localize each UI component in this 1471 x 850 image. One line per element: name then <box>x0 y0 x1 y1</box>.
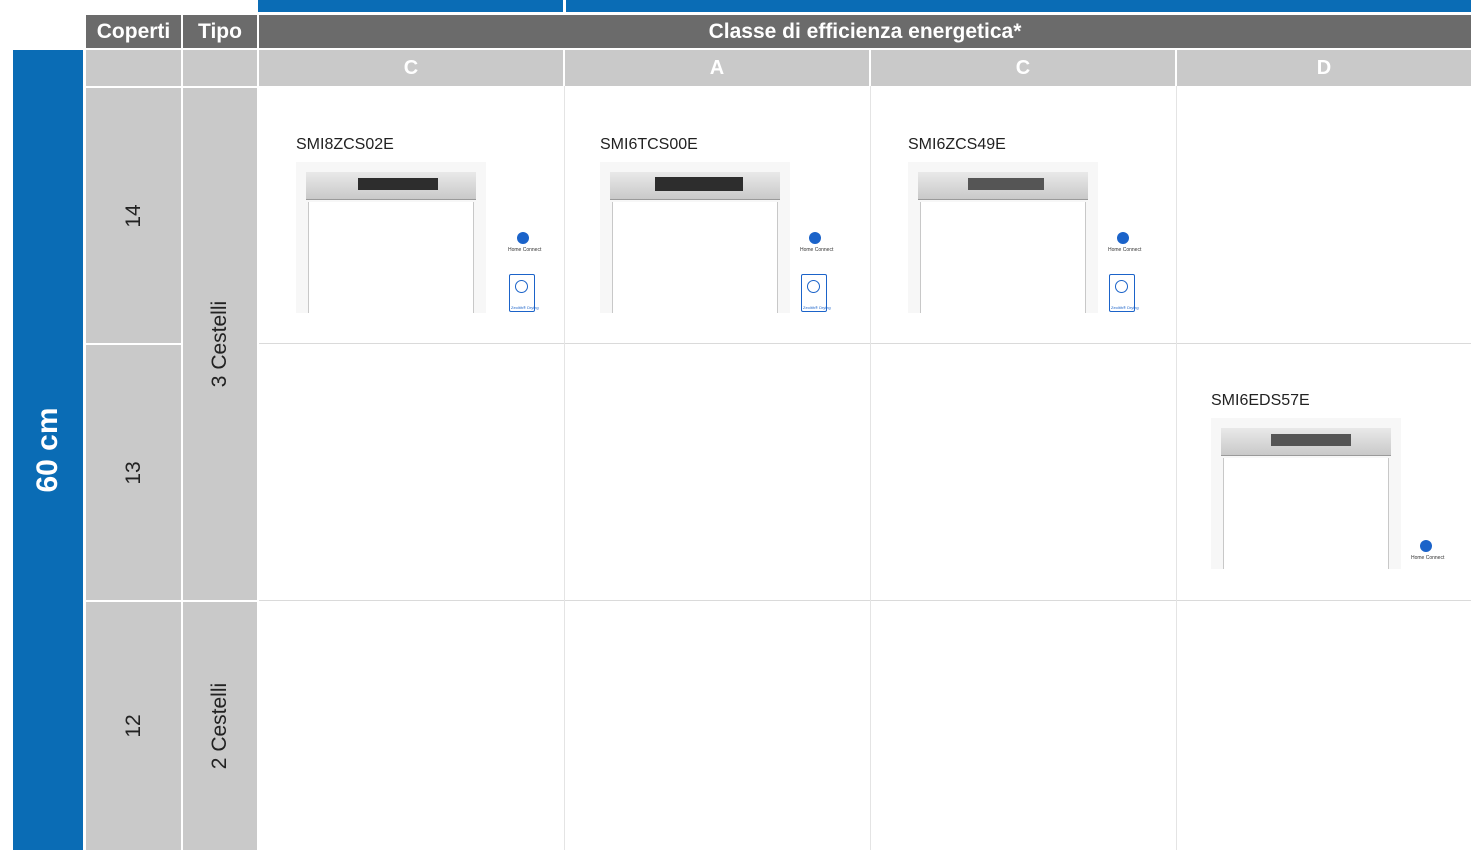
energy-class-label: D <box>1316 56 1332 79</box>
control-panel <box>610 172 780 200</box>
zeolith-text: Zeolith® Drying <box>511 305 539 310</box>
product-card[interactable]: SMI6ZCS49E Home Connect Zeolith® Drying <box>908 136 1153 316</box>
product-card[interactable]: SMI6TCS00E Home Connect Zeolith® Drying <box>600 136 845 316</box>
control-panel <box>1221 428 1391 456</box>
zeolith-text: Zeolith® Drying <box>1111 305 1139 310</box>
product-model-name: SMI8ZCS02E <box>296 136 394 153</box>
top-blue-bar-left <box>258 0 563 12</box>
control-panel <box>306 172 476 200</box>
home-connect-icon: Home Connect <box>508 232 542 260</box>
tipo-cell: 2 Cestelli <box>183 602 257 850</box>
display-strip <box>1271 434 1351 446</box>
coperti-cell: 14 <box>86 88 181 343</box>
zeolith-text: Zeolith® Drying <box>803 305 831 310</box>
zeolith-drying-icon: Zeolith® Drying <box>1109 274 1139 312</box>
energy-class-cell: A <box>565 50 869 86</box>
product-card[interactable]: SMI8ZCS02E Home Connect Zeolith® Drying <box>296 136 541 316</box>
home-connect-icon: Home Connect <box>800 232 834 260</box>
energy-class-cell: D <box>1177 50 1471 86</box>
home-connect-icon: Home Connect <box>1108 232 1142 260</box>
home-connect-text: Home Connect <box>1108 247 1142 253</box>
tipo-header-label: Tipo <box>198 19 242 43</box>
coperti-cell: 13 <box>86 345 181 600</box>
product-model-name: SMI6TCS00E <box>600 136 698 153</box>
tipo-cell: 3 Cestelli <box>183 88 257 600</box>
energy-class-cell: C <box>871 50 1175 86</box>
coperti-value: 14 <box>121 203 145 228</box>
energy-class-cell: C <box>259 50 563 86</box>
door-panel <box>612 202 778 313</box>
coperti-header: Coperti <box>86 15 181 48</box>
column-divider <box>564 86 565 850</box>
home-connect-text: Home Connect <box>1411 555 1445 561</box>
dishwasher-image <box>1211 418 1401 569</box>
coperti-subheader <box>86 50 181 86</box>
energy-class-label: C <box>403 56 419 79</box>
display-strip <box>968 178 1044 190</box>
home-connect-text: Home Connect <box>800 247 834 253</box>
row-divider <box>259 600 1471 601</box>
energy-class-label: A <box>709 56 725 79</box>
energy-class-label: C <box>1015 56 1031 79</box>
dishwasher-image <box>296 162 486 313</box>
coperti-cell: 12 <box>86 602 181 850</box>
column-divider <box>870 86 871 850</box>
top-blue-bar-right <box>566 0 1471 12</box>
tipo-value: 3 Cestelli <box>208 300 231 388</box>
zeolith-drying-icon: Zeolith® Drying <box>801 274 831 312</box>
product-model-name: SMI6ZCS49E <box>908 136 1006 153</box>
home-connect-text: Home Connect <box>508 247 542 253</box>
coperti-header-label: Coperti <box>96 19 171 43</box>
column-divider <box>1176 86 1177 850</box>
zeolith-drying-icon: Zeolith® Drying <box>509 274 539 312</box>
door-panel <box>1223 458 1389 569</box>
product-model-name: SMI6EDS57E <box>1211 392 1310 409</box>
row-divider <box>259 343 1471 344</box>
control-panel <box>918 172 1088 200</box>
energy-class-title: Classe di efficienza energetica* <box>708 19 1022 43</box>
tipo-value: 2 Cestelli <box>208 682 231 770</box>
display-strip <box>655 177 743 191</box>
width-column: 60 cm <box>13 50 83 850</box>
door-panel <box>920 202 1086 313</box>
energy-class-header: Classe di efficienza energetica* <box>259 15 1471 48</box>
tipo-header: Tipo <box>183 15 257 48</box>
coperti-value: 12 <box>121 714 145 738</box>
home-connect-icon: Home Connect <box>1411 540 1445 568</box>
door-panel <box>308 202 474 313</box>
coperti-value: 13 <box>121 460 145 485</box>
dishwasher-image <box>600 162 790 313</box>
dishwasher-image <box>908 162 1098 313</box>
tipo-subheader <box>183 50 257 86</box>
width-label: 60 cm <box>31 407 64 493</box>
display-strip <box>358 178 438 190</box>
product-card[interactable]: SMI6EDS57E Home Connect <box>1211 392 1461 572</box>
